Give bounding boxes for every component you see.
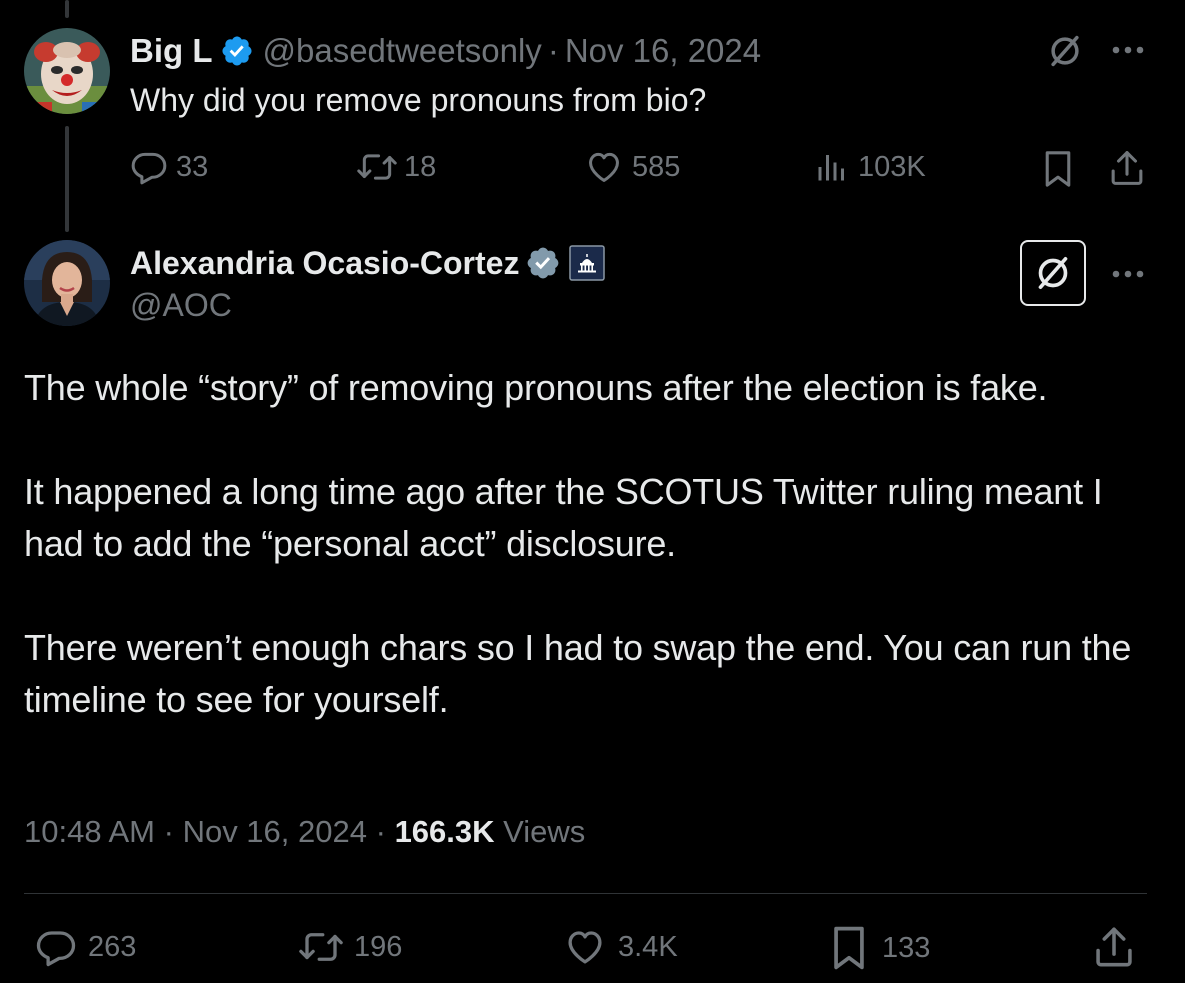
views-total[interactable]: 166.3K [395, 814, 495, 849]
tweet-time[interactable]: 10:48 AM [24, 814, 155, 849]
reply-count: 263 [88, 930, 137, 963]
share-icon [1096, 927, 1132, 967]
thread-connector-top [65, 0, 69, 18]
reply-icon [131, 152, 167, 185]
reply-reply-button[interactable]: 33 [130, 148, 208, 186]
meta-separator: · [375, 814, 386, 849]
meta-separator: · [163, 814, 174, 849]
bookmark-icon [1045, 151, 1071, 187]
more-icon[interactable] [1108, 260, 1148, 288]
tweet-paragraph: There weren’t enough chars so I had to s… [24, 627, 1141, 720]
divider [24, 893, 1147, 894]
main-tweet-text: The whole “story” of removing pronouns a… [24, 362, 1144, 726]
like-icon [568, 931, 602, 964]
repost-count: 18 [404, 150, 437, 183]
grok-icon[interactable] [1020, 240, 1086, 306]
reply-count: 33 [176, 150, 209, 183]
thread-connector [65, 126, 69, 232]
like-icon [589, 152, 619, 182]
main-bookmark-button[interactable]: 133 [830, 924, 930, 972]
tweet-paragraph: It happened a long time ago after the SC… [24, 471, 1113, 564]
reply-author-handle[interactable]: @basedtweetsonly [262, 32, 541, 70]
main-repost-button[interactable]: 196 [296, 926, 402, 968]
like-count: 3.4K [618, 930, 678, 963]
reply-repost-button[interactable]: 18 [356, 148, 436, 186]
main-author-avatar[interactable] [24, 240, 110, 326]
reply-author-avatar[interactable] [24, 28, 110, 114]
reply-views-button[interactable]: 103K [814, 148, 926, 186]
main-author-name[interactable]: Alexandria Ocasio-Cortez [130, 245, 519, 282]
reply-like-button[interactable]: 585 [584, 148, 680, 186]
verified-badge-icon[interactable] [220, 34, 254, 68]
verified-badge-icon[interactable] [525, 245, 561, 281]
reply-author-name[interactable]: Big L [130, 32, 212, 70]
tweet-meta: 10:48 AM · Nov 16, 2024 · 166.3K Views [24, 814, 585, 850]
tweet-paragraph: The whole “story” of removing pronouns a… [24, 367, 1048, 408]
reply-text: Why did you remove pronouns from bio? [130, 82, 707, 118]
like-count: 585 [632, 150, 681, 183]
repost-icon [357, 154, 397, 180]
views-icon [818, 155, 844, 181]
main-like-button[interactable]: 3.4K [562, 926, 678, 968]
reply-icon [36, 931, 76, 967]
main-share-button[interactable] [1090, 922, 1138, 972]
grok-icon[interactable] [1044, 30, 1086, 72]
reply-bookmark-button[interactable] [1038, 148, 1078, 190]
share-icon [1111, 151, 1143, 185]
bookmark-icon [834, 926, 864, 970]
reply-header: Big L @basedtweetsonly · Nov 16, 2024 [130, 30, 761, 72]
capitol-badge-icon[interactable] [569, 245, 606, 281]
views-label: Views [503, 814, 586, 849]
tweet-date[interactable]: Nov 16, 2024 [183, 814, 367, 849]
views-count: 103K [858, 150, 926, 183]
main-author-handle[interactable]: @AOC [130, 285, 232, 325]
reply-share-button[interactable] [1106, 146, 1148, 190]
bookmark-count: 133 [882, 931, 931, 964]
reply-date[interactable]: Nov 16, 2024 [565, 32, 761, 70]
main-reply-button[interactable]: 263 [34, 926, 136, 968]
repost-count: 196 [354, 930, 403, 963]
main-author-name-row: Alexandria Ocasio-Cortez [130, 242, 606, 284]
more-icon[interactable] [1108, 36, 1148, 64]
repost-icon [299, 933, 343, 961]
header-separator: · [547, 32, 559, 69]
